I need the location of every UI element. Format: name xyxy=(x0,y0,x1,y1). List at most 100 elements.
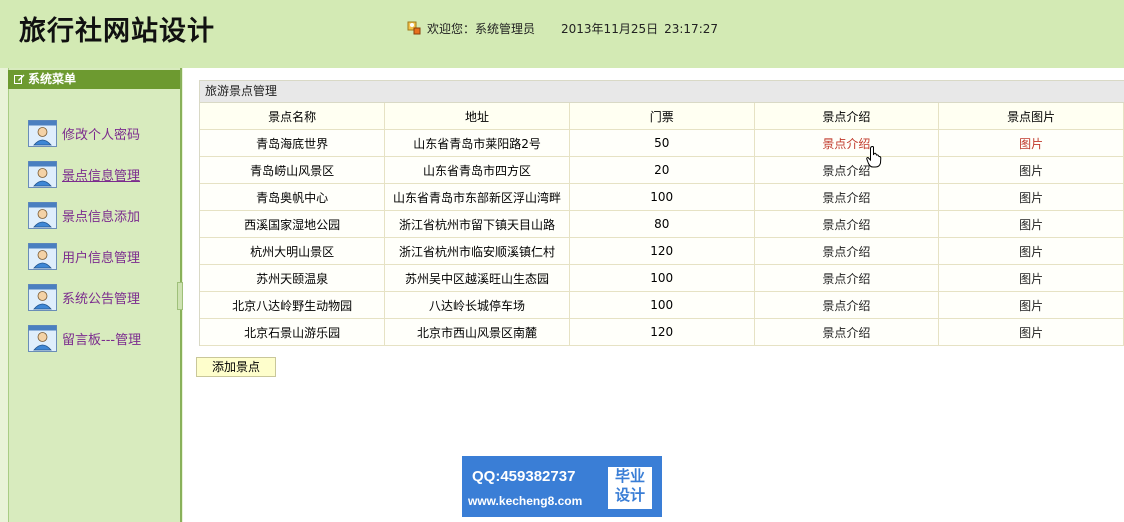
menu-item-spot-add[interactable]: 景点信息添加 xyxy=(28,195,141,236)
cell-intro: 景点介绍 xyxy=(754,264,940,292)
column-header-picture: 景点图片 xyxy=(938,103,1124,130)
menu-item-label: 留言板---管理 xyxy=(62,333,142,348)
cell-intro: 景点介绍 xyxy=(754,210,940,238)
welcome-text: 欢迎您：系统管理员 xyxy=(427,22,536,36)
menu-item-change-password[interactable]: 修改个人密码 xyxy=(28,113,141,154)
picture-link[interactable]: 图片 xyxy=(1019,218,1043,232)
picture-link[interactable]: 图片 xyxy=(1019,299,1043,313)
picture-link[interactable]: 图片 xyxy=(1019,272,1043,286)
picture-link[interactable]: 图片 xyxy=(1019,137,1043,151)
menu-item-user-management[interactable]: 用户信息管理 xyxy=(28,236,141,277)
intro-link[interactable]: 景点介绍 xyxy=(822,245,870,259)
cell-picture: 图片 xyxy=(938,318,1124,346)
menu-item-label: 修改个人密码 xyxy=(62,128,141,143)
cell-name: 北京石景山游乐园 xyxy=(200,318,386,346)
picture-link[interactable]: 图片 xyxy=(1019,164,1043,178)
table-row: 苏州天颐温泉 苏州吴中区越溪旺山生态园 100 景点介绍 图片 xyxy=(200,264,1124,292)
table-header-row: 景点名称 地址 门票 景点介绍 景点图片 xyxy=(200,103,1124,130)
cell-picture: 图片 xyxy=(938,183,1124,211)
cell-name: 苏州天颐温泉 xyxy=(200,264,386,292)
intro-link[interactable]: 景点介绍 xyxy=(822,164,870,178)
user-card-icon xyxy=(28,284,57,311)
header-info: 欢迎您：系统管理员 2013年11月25日 23:17:27 xyxy=(407,20,718,37)
site-title: 旅行社网站设计 xyxy=(19,16,215,47)
intro-link[interactable]: 景点介绍 xyxy=(822,299,870,313)
cell-intro: 景点介绍 xyxy=(754,318,940,346)
watermark-banner: QQ:459382737 www.kecheng8.com 毕业 设计 xyxy=(462,456,662,517)
cell-name: 青岛奥帆中心 xyxy=(200,183,386,211)
table-row: 北京八达岭野生动物园 八达岭长城停车场 100 景点介绍 图片 xyxy=(200,291,1124,319)
top-header: 旅行社网站设计 欢迎您：系统管理员 2013年11月25日 23:17:27 xyxy=(0,0,1124,68)
cell-picture: 图片 xyxy=(938,237,1124,265)
picture-link[interactable]: 图片 xyxy=(1019,326,1043,340)
cell-name: 杭州大明山景区 xyxy=(200,237,386,265)
cell-picture: 图片 xyxy=(938,156,1124,184)
table-row: 杭州大明山景区 浙江省杭州市临安顺溪镇仁村 120 景点介绍 图片 xyxy=(200,237,1124,265)
user-card-icon xyxy=(28,161,57,188)
cell-name: 青岛崂山风景区 xyxy=(200,156,386,184)
column-header-address: 地址 xyxy=(384,103,570,130)
user-card-icon xyxy=(28,202,57,229)
menu-item-label: 景点信息添加 xyxy=(62,210,141,225)
intro-link[interactable]: 景点介绍 xyxy=(822,272,870,286)
spot-management-panel: 旅游景点管理 景点名称 地址 门票 景点介绍 景点图片 青岛海底世界 山东省青岛… xyxy=(199,80,1124,346)
cell-intro: 景点介绍 xyxy=(754,129,940,157)
pencil-icon xyxy=(14,71,25,84)
cell-picture: 图片 xyxy=(938,210,1124,238)
intro-link[interactable]: 景点介绍 xyxy=(822,137,870,151)
cell-ticket: 120 xyxy=(569,318,755,346)
cell-ticket: 80 xyxy=(569,210,755,238)
cell-ticket: 100 xyxy=(569,264,755,292)
table-row: 北京石景山游乐园 北京市西山风景区南麓 120 景点介绍 图片 xyxy=(200,318,1124,346)
user-lock-icon xyxy=(407,21,421,35)
cell-name: 北京八达岭野生动物园 xyxy=(200,291,386,319)
column-header-name: 景点名称 xyxy=(200,103,386,130)
menu-item-label: 景点信息管理 xyxy=(62,169,141,184)
cell-address: 浙江省杭州市临安顺溪镇仁村 xyxy=(384,237,570,265)
table-row: 西溪国家湿地公园 浙江省杭州市留下镇天目山路 80 景点介绍 图片 xyxy=(200,210,1124,238)
menu-item-label: 系统公告管理 xyxy=(62,292,141,307)
user-card-icon xyxy=(28,325,57,352)
intro-link[interactable]: 景点介绍 xyxy=(822,326,870,340)
cell-name: 青岛海底世界 xyxy=(200,129,386,157)
cell-intro: 景点介绍 xyxy=(754,156,940,184)
cell-name: 西溪国家湿地公园 xyxy=(200,210,386,238)
cell-ticket: 50 xyxy=(569,129,755,157)
cell-address: 浙江省杭州市留下镇天目山路 xyxy=(384,210,570,238)
cell-picture: 图片 xyxy=(938,291,1124,319)
picture-link[interactable]: 图片 xyxy=(1019,191,1043,205)
table-row: 青岛崂山风景区 山东省青岛市四方区 20 景点介绍 图片 xyxy=(200,156,1124,184)
watermark-badge: 毕业 设计 xyxy=(608,467,652,509)
spots-table: 景点名称 地址 门票 景点介绍 景点图片 青岛海底世界 山东省青岛市莱阳路2号 … xyxy=(200,103,1124,346)
menu-list: 修改个人密码 景点信息管理 景点信息添加 用户信息管理 系统公告管理 留言板--… xyxy=(28,113,141,359)
cell-ticket: 20 xyxy=(569,156,755,184)
table-row: 青岛海底世界 山东省青岛市莱阳路2号 50 景点介绍 图片 xyxy=(200,129,1124,157)
intro-link[interactable]: 景点介绍 xyxy=(822,218,870,232)
cell-intro: 景点介绍 xyxy=(754,237,940,265)
menu-item-announcement-management[interactable]: 系统公告管理 xyxy=(28,277,141,318)
cell-ticket: 120 xyxy=(569,237,755,265)
picture-link[interactable]: 图片 xyxy=(1019,245,1043,259)
sidebar-collapse-handle[interactable] xyxy=(177,282,183,310)
watermark-badge-line1: 毕业 xyxy=(614,467,645,485)
intro-link[interactable]: 景点介绍 xyxy=(822,191,870,205)
add-spot-button[interactable]: 添加景点 xyxy=(196,357,276,377)
menu-item-message-board[interactable]: 留言板---管理 xyxy=(28,318,141,359)
cell-address: 山东省青岛市莱阳路2号 xyxy=(384,129,570,157)
menu-item-label: 用户信息管理 xyxy=(62,251,141,266)
cell-address: 山东省青岛市东部新区浮山湾畔 xyxy=(384,183,570,211)
column-header-ticket: 门票 xyxy=(569,103,755,130)
user-card-icon xyxy=(28,120,57,147)
sidebar: 系统菜单 修改个人密码 景点信息管理 景点信息添加 用户信息管理 系统公告管理 … xyxy=(0,68,183,522)
menu-item-spot-management[interactable]: 景点信息管理 xyxy=(28,154,141,195)
cell-address: 八达岭长城停车场 xyxy=(384,291,570,319)
cell-picture: 图片 xyxy=(938,264,1124,292)
current-date: 2013年11月25日 xyxy=(561,22,659,36)
cell-picture: 图片 xyxy=(938,129,1124,157)
column-header-intro: 景点介绍 xyxy=(754,103,940,130)
menu-header: 系统菜单 xyxy=(8,70,180,89)
panel-title: 旅游景点管理 xyxy=(200,81,1124,103)
table-row: 青岛奥帆中心 山东省青岛市东部新区浮山湾畔 100 景点介绍 图片 xyxy=(200,183,1124,211)
cell-intro: 景点介绍 xyxy=(754,183,940,211)
menu-title: 系统菜单 xyxy=(28,72,77,86)
